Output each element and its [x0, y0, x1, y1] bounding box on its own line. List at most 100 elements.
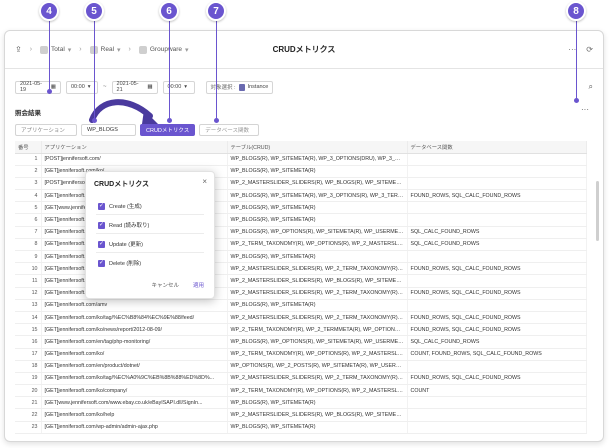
chip-application[interactable]: アプリケーション — [15, 124, 77, 136]
cell-db-function: FOUND_ROWS, SQL_CALC_FOUND_ROWS — [407, 287, 587, 300]
table-row[interactable]: 13 [GET]jennifersoft.com/amv WP_BLOGS(R), … — [15, 299, 587, 312]
table-row[interactable]: 19 [GET]jennifersoft.com/ko/tag/%EC%A0%9C… — [15, 372, 587, 386]
apply-button[interactable]: 適用 — [193, 281, 204, 289]
cell-db-function: SQL_CALC_FOUND_ROWS — [407, 238, 587, 252]
chip-crud-metrics[interactable]: CRUDメトリクス — [140, 124, 196, 136]
cell-table-crud: WP_2_MASTERSLIDER_SLIDERS(R), WP_2_TERM_… — [227, 311, 408, 325]
table-row[interactable]: 18 [GET]jennifersoft.com/en/product/dotne… — [15, 360, 587, 373]
start-date-field[interactable]: 2021-05-19 ▦ — [15, 80, 61, 94]
option-read[interactable]: ✓ Read (読み取り) — [98, 221, 149, 229]
table-row[interactable]: 14 [GET]jennifersoft.com/ko/tag/%EC%B8%84… — [15, 311, 587, 325]
breadcrumb-label: Total — [51, 46, 65, 53]
cell-number: 9 — [15, 250, 42, 264]
checkbox-checked-icon[interactable]: ✓ — [98, 259, 105, 267]
export-icon[interactable]: ⇪ — [15, 45, 22, 54]
cell-application: [GET]www.jennifersoft.com/www.ebay.co.uk… — [41, 396, 228, 410]
cell-number: 11 — [15, 274, 42, 288]
callout-6: 6 — [159, 1, 179, 21]
checkbox-checked-icon[interactable]: ✓ — [98, 240, 105, 248]
option-update[interactable]: ✓ Update (更新) — [98, 240, 143, 248]
callout-4: 4 — [39, 1, 59, 21]
table-row[interactable]: 22 [GET]jennifersoft.com/ko/help WP_2_MAST… — [15, 408, 587, 422]
search-icon[interactable]: ⌕ — [589, 82, 593, 92]
table-scrollbar[interactable] — [596, 181, 599, 241]
cell-number: 20 — [15, 384, 42, 398]
cell-db-function: FOUND_ROWS, SQL_CALC_FOUND_ROWS — [407, 372, 587, 386]
option-delete[interactable]: ✓ Delete (削除) — [98, 259, 141, 267]
chip-wp-blogs[interactable]: WP_BLOGS — [81, 124, 136, 136]
popup-title: CRUDメトリクス — [94, 181, 150, 188]
divider — [96, 214, 204, 215]
col-header-number[interactable]: 番号 — [15, 141, 42, 154]
cell-table-crud: WP_BLOGS(R), WP_SITEMETA(R) — [227, 213, 408, 227]
table-row[interactable]: 17 [GET]jennifersoft.com/ko/WP_2_TERM_TAX… — [15, 348, 587, 361]
instance-icon — [238, 83, 245, 91]
cell-table-crud: WP_OPTIONS(R), WP_2_POSTS(R), WP_SITEMET… — [227, 360, 408, 373]
cell-table-crud: WP_2_MASTERSLIDER_SLIDERS(R), WP_BLOGS(R… — [227, 177, 408, 191]
callout-4-dot — [47, 89, 52, 94]
end-time-field[interactable]: 00:00 ▾ — [162, 80, 195, 94]
cell-table-crud: WP_BLOGS(R), WP_SITEMETA(R) — [227, 396, 408, 410]
breadcrumb-item-total[interactable]: Total ▾ — [40, 45, 71, 54]
col-header-db-function[interactable]: データベース関数 — [407, 141, 587, 154]
cell-db-function — [407, 250, 587, 264]
end-date-field[interactable]: 2021-05-21 ▦ — [111, 80, 158, 94]
cell-table-crud: WP_2_TERM_TAXONOMY(R), WP_OPTIONS(R), WP… — [227, 384, 408, 398]
cell-number: 21 — [15, 396, 42, 410]
callout-7-line — [216, 21, 217, 119]
col-header-application[interactable]: アプリケーション — [41, 141, 228, 154]
cell-db-function: SQL_CALC_FOUND_ROWS — [407, 335, 587, 349]
section-more-icon[interactable]: ··· — [581, 105, 589, 114]
cancel-button[interactable]: キャンセル — [151, 281, 179, 289]
cell-table-crud: WP_BLOGS(R), WP_SITEMETA(R) — [227, 250, 408, 264]
callout-4-line — [49, 21, 50, 90]
chevron-down-icon: ▾ — [184, 84, 188, 90]
cell-db-function — [407, 274, 587, 288]
cell-application: [GET]jennifersoft.com/ko/news/report/201… — [41, 323, 228, 337]
callout-7-dot — [214, 118, 219, 123]
cell-table-crud: WP_2_TERM_TAXONOMY(R), WP_OPTIONS(R), WP… — [227, 238, 408, 252]
cell-table-crud: WP_2_MASTERSLIDER_SLIDERS(R), WP_BLOGS(R… — [227, 274, 408, 288]
chip-db-functions[interactable]: データベース関数 — [199, 124, 260, 136]
table-row[interactable]: 20 [GET]jennifersoft.com/ko/company/WP_2_… — [15, 384, 587, 398]
checkbox-checked-icon[interactable]: ✓ — [98, 202, 105, 210]
refresh-icon[interactable]: ⟳ — [586, 45, 593, 54]
filter-bar: 2021-05-19 ▦ 00:00 ▾ ~ 2021-05-21 ▦ 00:0… — [15, 79, 593, 95]
cell-db-function — [407, 153, 587, 166]
popup-actions: キャンセル 適用 — [151, 281, 204, 289]
start-date-value: 2021-05-19 — [20, 81, 43, 93]
cell-db-function: FOUND_ROWS, SQL_CALC_FOUND_ROWS — [407, 189, 587, 203]
cell-db-function — [407, 177, 587, 191]
callout-8: 8 — [566, 1, 586, 21]
cell-table-crud: WP_2_TERM_TAXONOMY(R), WP_OPTIONS(R), WP… — [227, 348, 408, 361]
cell-table-crud: WP_BLOGS(R), WP_SITEMETA(R) — [227, 299, 408, 312]
cell-application: [POST]jennifersoft.com/ — [41, 153, 228, 166]
cell-db-function — [407, 165, 587, 178]
cell-number: 14 — [15, 311, 42, 325]
chevron-right-icon: › — [79, 46, 82, 53]
table-row[interactable]: 16 [GET]jennifersoft.com/en/tag/php-monit… — [15, 335, 587, 349]
close-icon[interactable]: × — [202, 177, 207, 186]
breadcrumb-item-groupware[interactable]: Groupware ▾ — [138, 45, 189, 54]
cell-table-crud: WP_BLOGS(R), WP_SITEMETA(R) — [227, 421, 408, 434]
cell-application: [GET]jennifersoft.com/wp-admin/admin-aja… — [41, 421, 228, 434]
table-row[interactable]: 1 [POST]jennifersoft.com/WP_BLOGS(R), WP_… — [15, 153, 587, 166]
option-label: Create (生成) — [109, 204, 142, 210]
table-row[interactable]: 21 [GET]www.jennifersoft.com/www.ebay.co.… — [15, 396, 587, 410]
cell-table-crud: WP_2_MASTERSLIDER_SLIDERS(R), WP_2_TERM_… — [227, 287, 408, 300]
option-label: Update (更新) — [109, 242, 143, 248]
cell-table-crud: WP_BLOGS(R), WP_SITEMETA(R), WP_3_OPTION… — [227, 153, 408, 166]
cell-db-function — [407, 201, 587, 215]
cell-table-crud: WP_BLOGS(R), WP_SITEMETA(R) — [227, 165, 408, 178]
col-header-table-crud[interactable]: テーブル(CRUD) — [227, 141, 408, 154]
option-create[interactable]: ✓ Create (生成) — [98, 202, 142, 210]
chevron-down-icon: ▾ — [117, 46, 121, 54]
checkbox-checked-icon[interactable]: ✓ — [98, 221, 105, 229]
option-label: Delete (削除) — [109, 261, 142, 267]
callout-8-line — [576, 21, 577, 99]
divider — [96, 233, 204, 234]
table-row[interactable]: 23 [GET]jennifersoft.com/wp-admin/admin-a… — [15, 421, 587, 434]
table-row[interactable]: 15 [GET]jennifersoft.com/ko/news/report/2… — [15, 323, 587, 337]
cell-number: 19 — [15, 372, 42, 386]
cell-application: [GET]jennifersoft.com/ko/help — [41, 408, 228, 422]
